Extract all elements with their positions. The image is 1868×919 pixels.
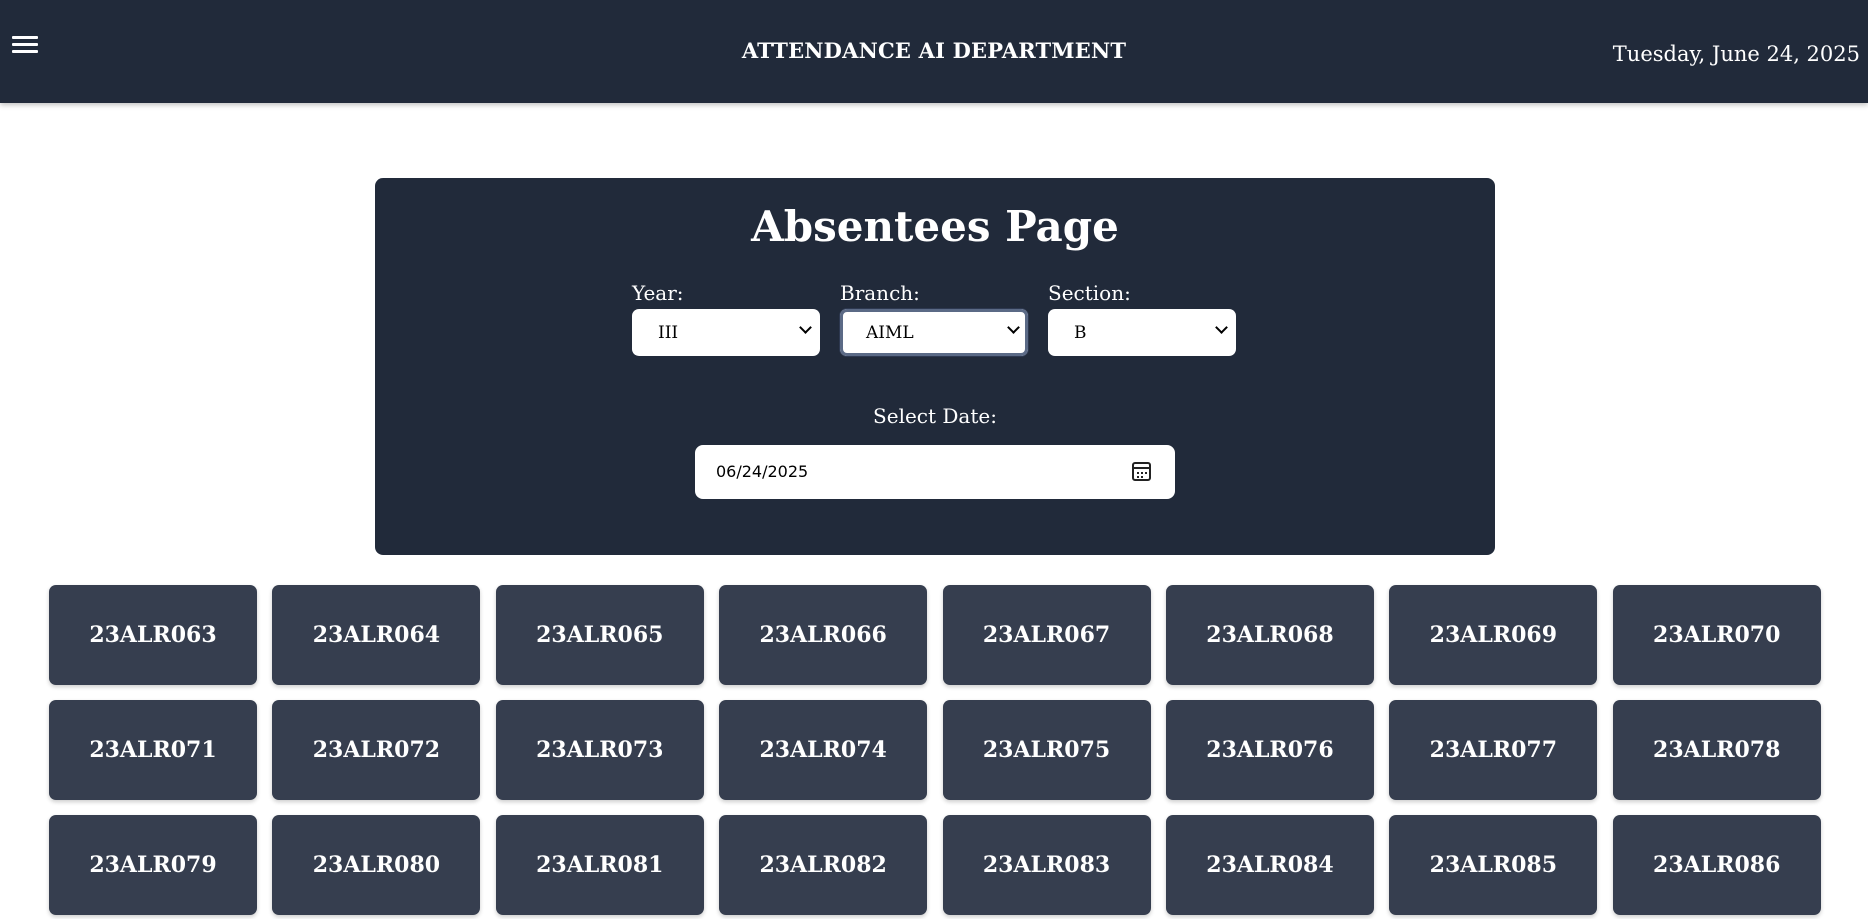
roll-number-card[interactable]: 23ALR076 <box>1165 700 1374 800</box>
roll-number-card[interactable]: 23ALR066 <box>719 585 928 685</box>
calendar-icon[interactable] <box>1132 462 1151 481</box>
roll-number-card[interactable]: 23ALR069 <box>1389 585 1598 685</box>
roll-number-card[interactable]: 23ALR077 <box>1389 700 1598 800</box>
roll-number-card[interactable]: 23ALR070 <box>1612 585 1821 685</box>
branch-select[interactable]: AIML <box>840 309 1028 356</box>
current-date: Tuesday, June 24, 2025 <box>1612 42 1860 66</box>
roll-number-card[interactable]: 23ALR072 <box>272 700 481 800</box>
roll-number-card[interactable]: 23ALR078 <box>1612 700 1821 800</box>
absentees-grid: 23ALR063 23ALR064 23ALR065 23ALR066 23ALR067… <box>49 585 1821 915</box>
roll-number-card[interactable]: 23ALR085 <box>1389 815 1598 915</box>
year-value: III <box>658 323 679 343</box>
roll-number-card[interactable]: 23ALR079 <box>49 815 257 915</box>
chevron-down-icon <box>1007 321 1020 334</box>
section-field: Section: B <box>1048 281 1236 356</box>
roll-number-card[interactable]: 23ALR075 <box>942 700 1151 800</box>
roll-number-card[interactable]: 23ALR067 <box>942 585 1151 685</box>
hamburger-icon[interactable] <box>10 32 40 62</box>
roll-number-card[interactable]: 23ALR080 <box>272 815 481 915</box>
roll-number-card[interactable]: 23ALR063 <box>49 585 257 685</box>
roll-number-card[interactable]: 23ALR086 <box>1612 815 1821 915</box>
roll-number-card[interactable]: 23ALR071 <box>49 700 257 800</box>
roll-number-card[interactable]: 23ALR081 <box>495 815 704 915</box>
roll-number-card[interactable]: 23ALR065 <box>495 585 704 685</box>
section-value: B <box>1074 323 1087 343</box>
date-input-value: 06/24/2025 <box>716 462 809 481</box>
top-bar: ATTENDANCE AI DEPARTMENT Tuesday, June 2… <box>0 0 1868 103</box>
branch-label: Branch: <box>840 281 920 305</box>
year-select[interactable]: III <box>632 309 820 356</box>
app-title: ATTENDANCE AI DEPARTMENT <box>741 38 1127 63</box>
roll-number-card[interactable]: 23ALR082 <box>719 815 928 915</box>
section-label: Section: <box>1048 281 1131 305</box>
branch-field: Branch: AIML <box>840 281 1028 356</box>
chevron-down-icon <box>1215 321 1228 334</box>
roll-number-card[interactable]: 23ALR064 <box>272 585 481 685</box>
roll-number-card[interactable]: 23ALR074 <box>719 700 928 800</box>
branch-value: AIML <box>866 323 914 343</box>
roll-number-card[interactable]: 23ALR083 <box>942 815 1151 915</box>
date-label: Select Date: <box>873 404 997 428</box>
chevron-down-icon <box>799 321 812 334</box>
roll-number-card[interactable]: 23ALR084 <box>1165 815 1374 915</box>
date-input[interactable]: 06/24/2025 <box>695 445 1175 499</box>
year-label: Year: <box>632 281 684 305</box>
roll-number-card[interactable]: 23ALR073 <box>495 700 704 800</box>
section-select[interactable]: B <box>1048 309 1236 356</box>
year-field: Year: III <box>632 281 820 356</box>
roll-number-card[interactable]: 23ALR068 <box>1165 585 1374 685</box>
page-title: Absentees Page <box>751 202 1119 251</box>
filter-panel: Absentees Page Year: III Branch: AIML Se… <box>375 178 1495 555</box>
